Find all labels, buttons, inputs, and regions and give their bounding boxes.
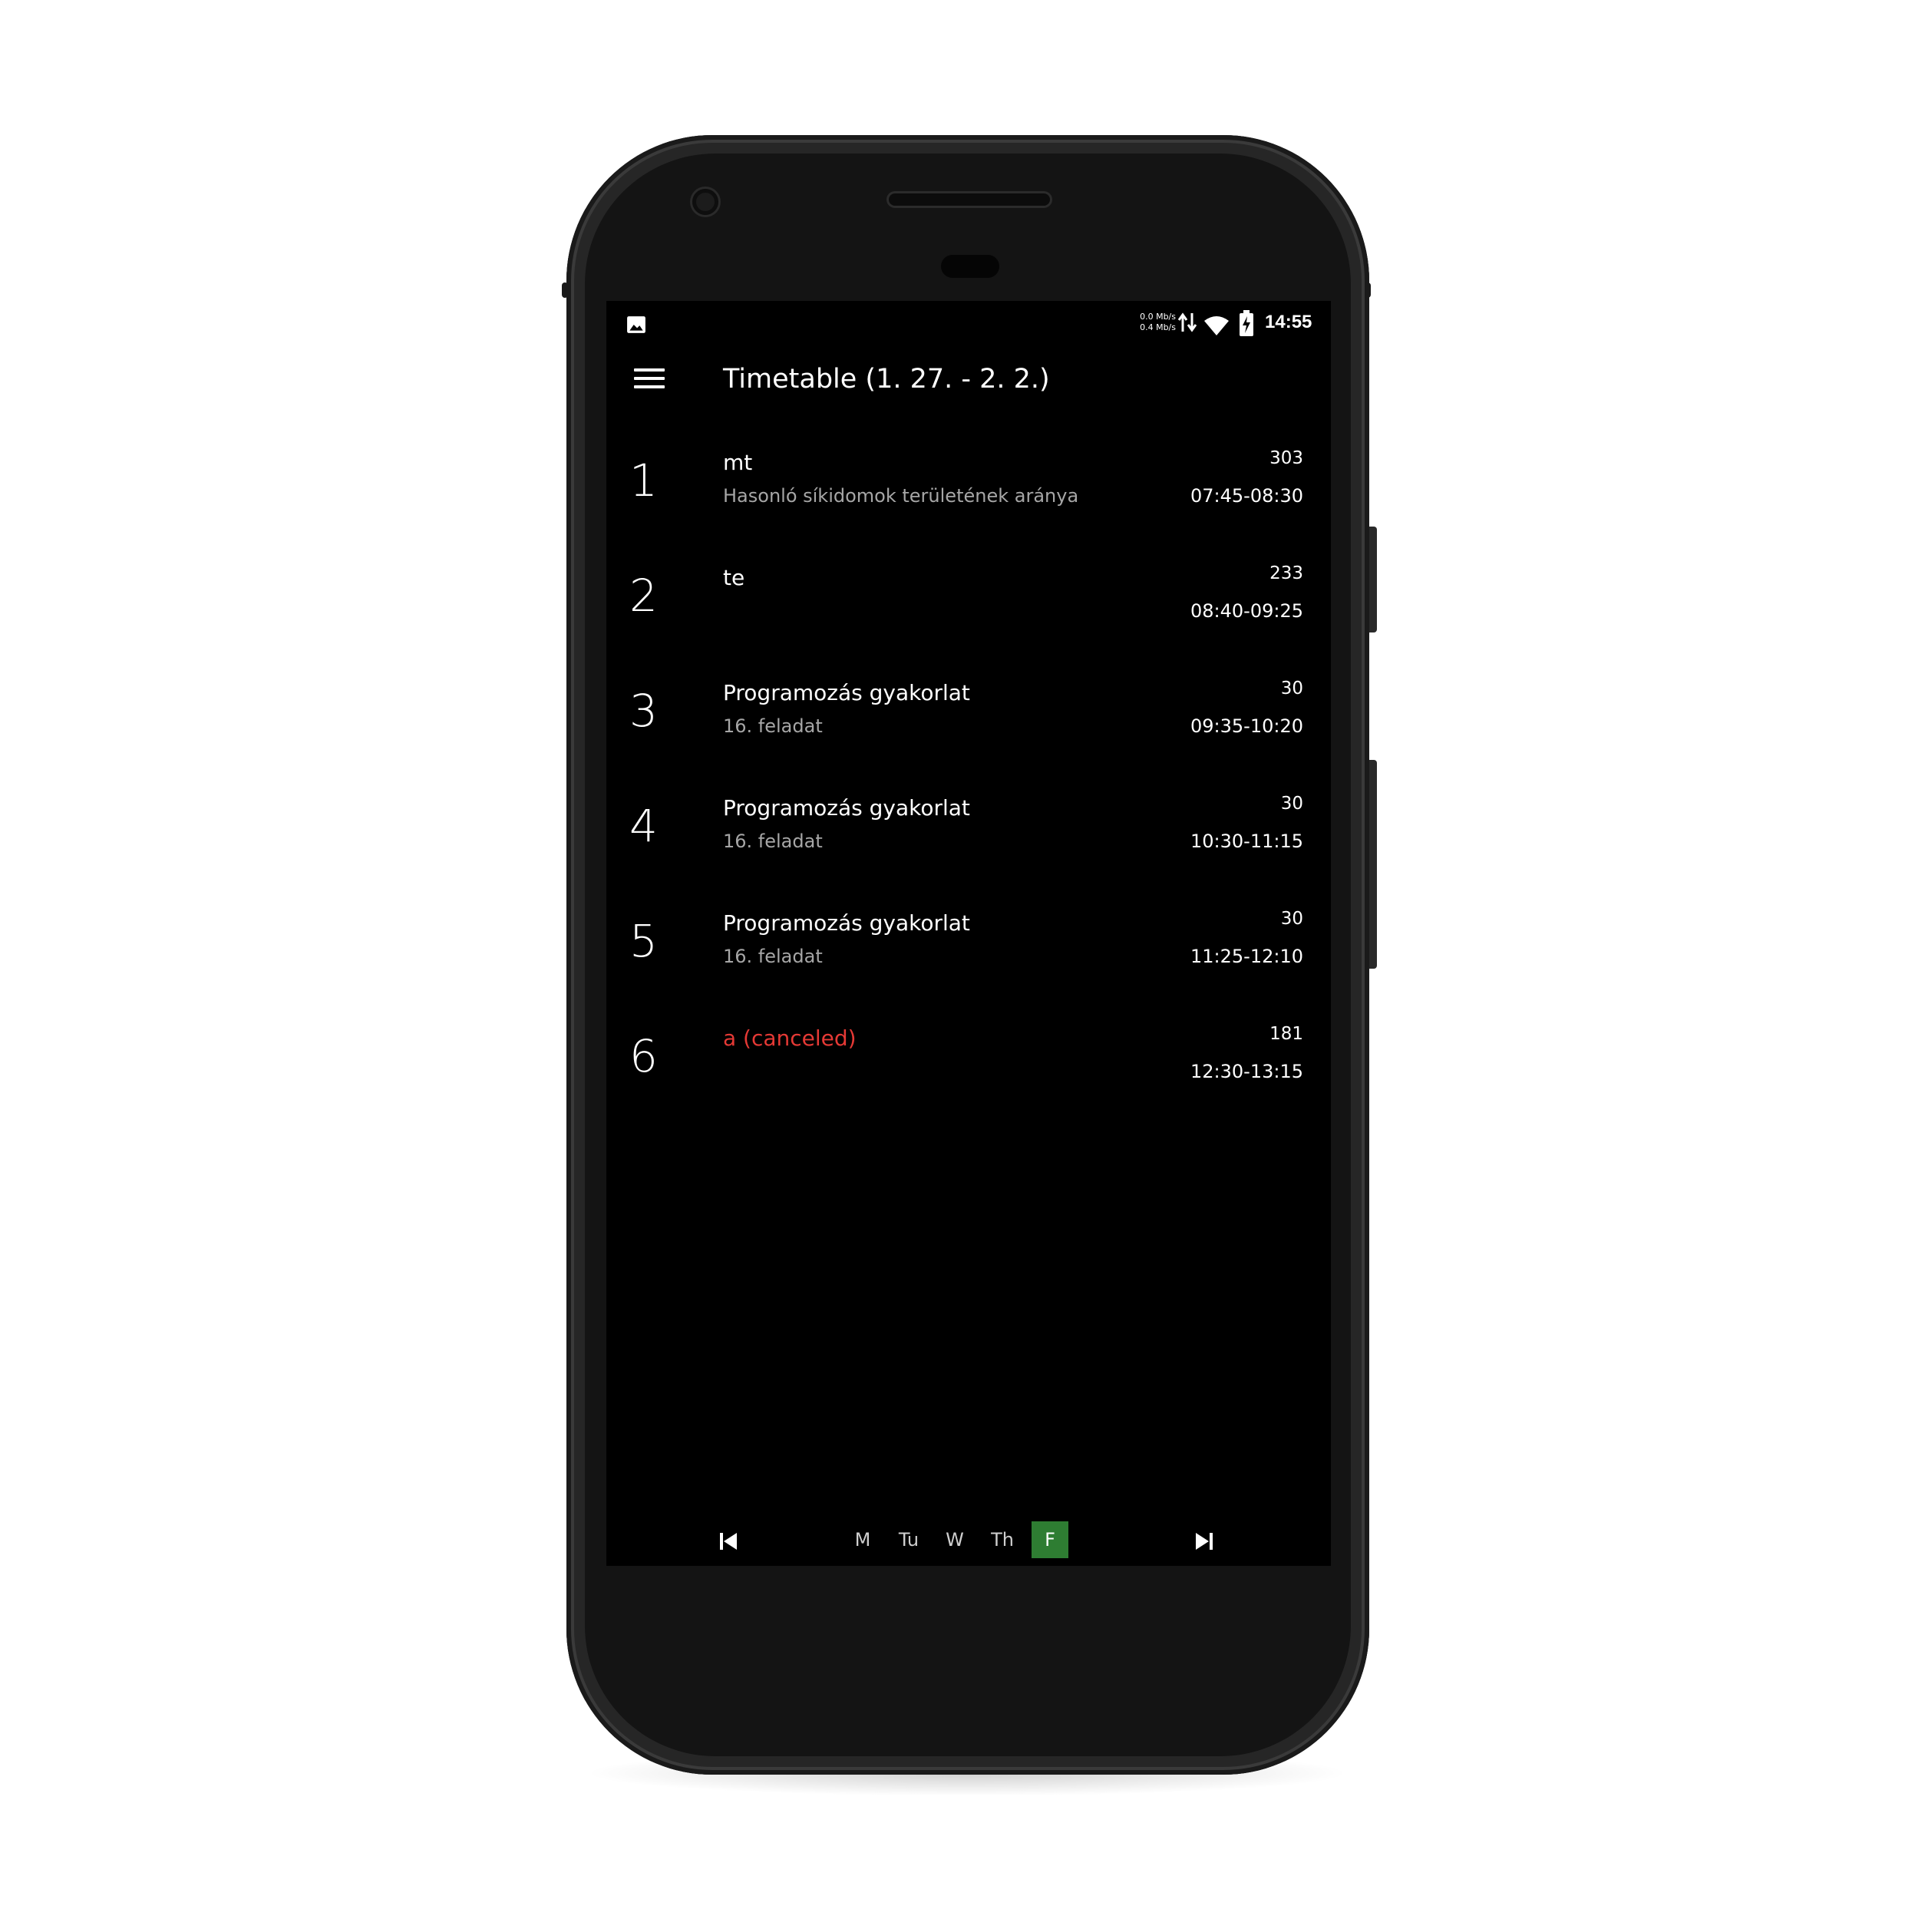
proximity-sensor [941, 255, 999, 278]
lesson-time: 08:40-09:25 [1190, 600, 1303, 622]
lesson-topic: 16. feladat [723, 946, 823, 967]
lesson-number: 1 [629, 454, 658, 507]
upload-speed: 0.0 Mb/s [1140, 312, 1176, 322]
lesson-room: 30 [1280, 909, 1303, 929]
lesson-number: 3 [629, 685, 658, 737]
lesson-row[interactable]: 3 Programozás gyakorlat 16. feladat 30 09:35… [606, 669, 1331, 784]
earpiece-speaker [889, 193, 1050, 206]
lesson-room: 30 [1280, 679, 1303, 698]
stage: 0.0 Mb/s 0.4 Mb/s 14:55 Timetable (1. 27… [0, 0, 1928, 1932]
lesson-time: 07:45-08:30 [1190, 485, 1303, 507]
lesson-number: 5 [629, 915, 658, 967]
lesson-row[interactable]: 5 Programozás gyakorlat 16. feladat 30 11:25… [606, 900, 1331, 1015]
lesson-row[interactable]: 6 a (canceled) 181 12:30-13:15 [606, 1015, 1331, 1130]
lesson-room: 303 [1269, 448, 1303, 468]
lesson-time: 11:25-12:10 [1190, 946, 1303, 967]
lesson-topic: 16. feladat [723, 715, 823, 737]
skip-previous-icon[interactable] [718, 1531, 738, 1552]
lesson-subject: Programozás gyakorlat [723, 910, 970, 936]
lesson-time: 12:30-13:15 [1190, 1061, 1303, 1082]
lesson-subject: te [723, 565, 745, 590]
lesson-time: 09:35-10:20 [1190, 715, 1303, 737]
lesson-room: 30 [1280, 794, 1303, 814]
clock: 14:55 [1265, 312, 1312, 332]
wifi-icon [1204, 316, 1229, 335]
app-bar: Timetable (1. 27. - 2. 2.) [606, 344, 1331, 421]
lesson-row[interactable]: 1 mt Hasonló síkidomok területének aránya 3… [606, 439, 1331, 554]
lesson-topic: 16. feladat [723, 831, 823, 852]
day-tab-m[interactable]: M [844, 1521, 881, 1558]
lesson-number: 2 [629, 570, 658, 622]
skip-next-icon[interactable] [1194, 1531, 1214, 1552]
lesson-subject: mt [723, 450, 753, 475]
page-title: Timetable (1. 27. - 2. 2.) [723, 364, 1050, 395]
lesson-room: 181 [1269, 1024, 1303, 1044]
day-tab-w[interactable]: W [936, 1521, 973, 1558]
lesson-subject: Programozás gyakorlat [723, 680, 970, 705]
lesson-number: 6 [629, 1030, 658, 1082]
lesson-number: 4 [629, 800, 658, 852]
front-camera [692, 189, 718, 215]
lesson-list: 1 mt Hasonló síkidomok területének aránya 3… [606, 439, 1331, 1130]
day-tab-f[interactable]: F [1032, 1521, 1068, 1558]
battery-charging-icon [1240, 310, 1253, 336]
week-navigation: M Tu W Th F [606, 1521, 1331, 1566]
lesson-room: 233 [1269, 563, 1303, 583]
status-bar: 0.0 Mb/s 0.4 Mb/s 14:55 [606, 301, 1331, 344]
lesson-row[interactable]: 2 te 233 08:40-09:25 [606, 554, 1331, 669]
lesson-row[interactable]: 4 Programozás gyakorlat 16. feladat 30 10:30… [606, 784, 1331, 900]
lesson-subject: Programozás gyakorlat [723, 795, 970, 821]
data-transfer-icon [1177, 312, 1197, 332]
image-notification-icon [627, 316, 645, 333]
hamburger-menu-icon[interactable] [634, 368, 665, 391]
download-speed: 0.4 Mb/s [1140, 322, 1176, 332]
day-tab-tu[interactable]: Tu [890, 1521, 927, 1558]
lesson-topic: Hasonló síkidomok területének aránya [723, 485, 1079, 507]
day-tab-th[interactable]: Th [984, 1521, 1021, 1558]
lesson-time: 10:30-11:15 [1190, 831, 1303, 852]
lesson-subject: a (canceled) [723, 1025, 857, 1051]
app-screen: 0.0 Mb/s 0.4 Mb/s 14:55 Timetable (1. 27… [606, 301, 1331, 1566]
network-speed: 0.0 Mb/s 0.4 Mb/s [1130, 312, 1176, 333]
